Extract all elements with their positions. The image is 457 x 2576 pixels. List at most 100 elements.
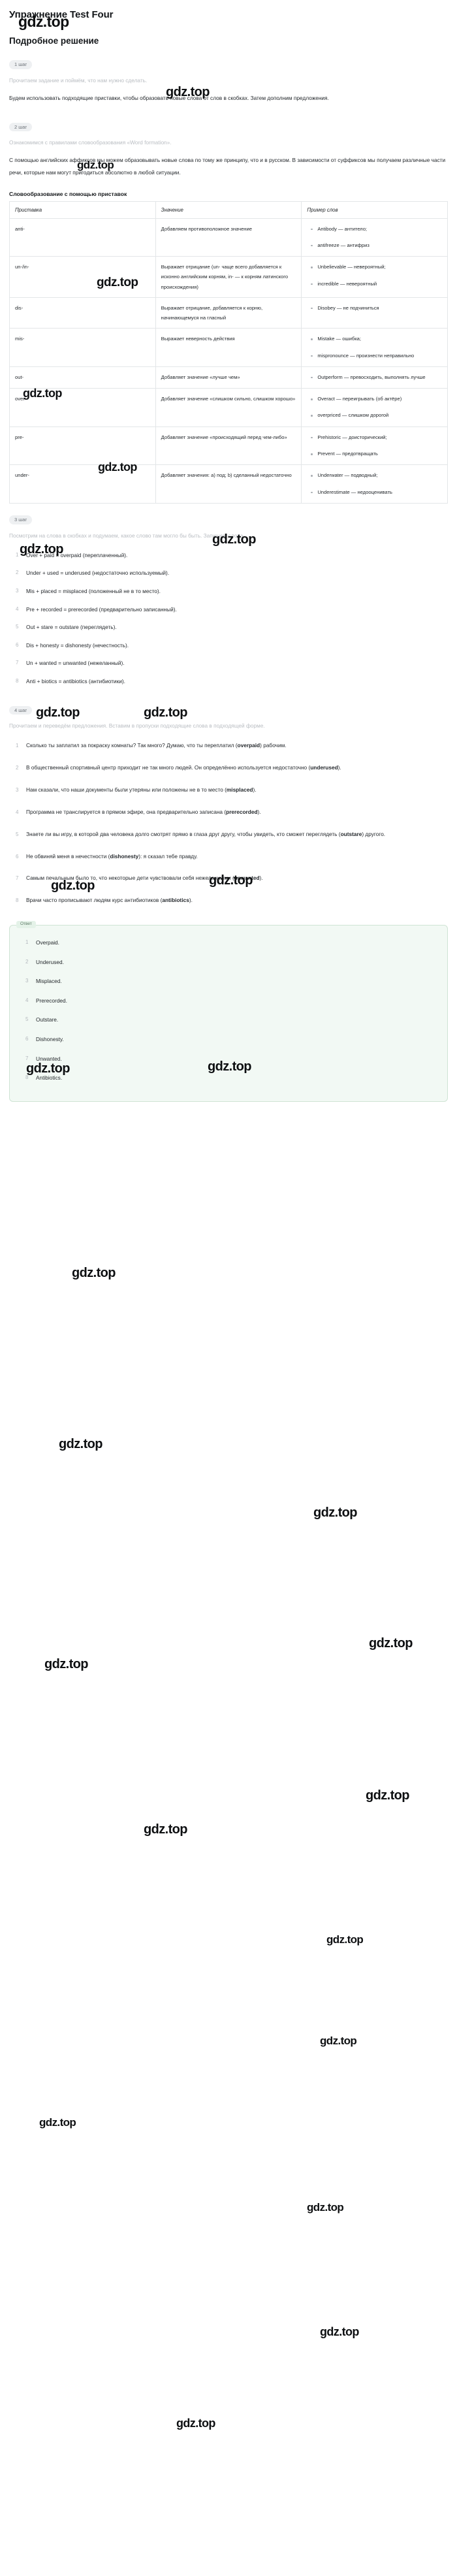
step-2-instruction: Ознакомимся с правилами словообразования… [9,139,172,146]
cell-prefix: out- [9,366,156,389]
prefix-text: under- [15,472,29,479]
sentence-after: ): я сказал тебе правду. [138,852,198,860]
cell-meaning: Добавляем противоположное значение [155,217,302,257]
watermark: gdz.top [366,1788,409,1803]
sentence-after: ). [338,764,341,771]
list-item: incredible — невероятный [311,279,442,289]
cell-examples: Unbelievable — невероятный; incredible — … [301,256,448,298]
list-item: Underestimate — недооценивать [311,487,442,498]
step-2-body: С помощью английских аффиксов мы можем о… [9,157,446,176]
sentence-list: Сколько ты заплатил за покраску комнаты?… [9,740,448,907]
watermark: gdz.top [307,2201,344,2214]
list-item: Dishonesty. [25,1034,64,1044]
list-item: Antibody — антитело; [311,224,442,234]
sentence-answer-word: outstare [340,830,362,837]
meaning-text: Добавляет значение «происходящий перед ч… [161,434,287,440]
cell-examples: Prehistoric — доисторический; Prevent — п… [301,426,448,466]
prefix-text: pre- [15,434,24,440]
list-item: Pre + recorded = prerecorded (предварите… [16,604,177,615]
step-badge-1: 1 шаг [9,60,33,69]
watermark: gdz.top [320,2035,357,2047]
cell-meaning: Выражает отрицание (un- чаще всего добав… [155,256,302,298]
list-item: Знаете ли вы игру, в которой два человек… [16,829,448,841]
list-item: Over + paid = overpaid (переплаченный). [16,550,128,560]
watermark: gdz.top [59,1437,102,1451]
list-item: Underused. [25,957,64,967]
sentence-after: ) другого. [362,830,386,837]
example-list: Disobey — не подчиниться [307,303,442,314]
example-list: Overact — переигрывать (об актёре) overpr… [307,394,442,421]
prefix-table: Приставка Значение Пример слов anti- Доба… [9,201,448,504]
column-header-meaning: Значение [155,201,302,219]
prefix-text: un-/in- [15,264,29,270]
step-1-body: Будем использовать подходящие приставки,… [9,94,329,101]
cell-meaning: Добавляет значение «слишком сильно, слиш… [155,388,302,427]
prefix-text: anti- [15,225,25,232]
cell-meaning: Добавляет значения: a) под; b) сделанный… [155,464,302,504]
sentence-after: ). [257,808,261,815]
prefix-table-body: anti- Добавляем противоположное значение A… [9,217,448,504]
sentence-answer-word: overpaid [237,742,260,749]
list-item: Unbelievable — невероятный; [311,262,442,272]
table-header-row: Приставка Значение Пример слов [9,201,448,219]
list-item: Unwanted. [25,1054,62,1064]
table-row: un-/in- Выражает отрицание (un- чаще всег… [9,256,448,298]
cell-examples: Outperform — превосходить, выполнять луч… [301,366,448,389]
step-2-section: 2 шаг Ознакомимся с правилами словообраз… [9,111,448,504]
meaning-text: Выражает отрицание (un- чаще всего добав… [161,264,289,290]
list-item: Mis + placed = misplaced (положенный не … [16,586,161,596]
cell-examples: Disobey — не подчиниться [301,297,448,329]
sentence-answer-word: misplaced [226,786,253,794]
list-item: Underwater — подводный; [311,470,442,481]
sentence-after: ). [259,875,263,882]
cell-examples: Antibody — антитело; antifreeze — антифри… [301,217,448,257]
sentence-before: Знаете ли вы игру, в которой два человек… [26,830,341,837]
sentence-answer-word: antibiotics [162,897,189,904]
list-item: Overpaid. [25,937,59,948]
watermark: gdz.top [144,1822,187,1837]
list-item: Antibiotics. [25,1072,63,1083]
list-item: overpriced — слишком дорогой [311,410,442,421]
meaning-text: Добавляет значения: a) под; b) сделанный… [161,472,292,479]
prefix-text: mis- [15,336,25,342]
cell-prefix: over- [9,388,156,427]
answer-block: Ответ Overpaid. Underused. Misplaced. Prere… [9,921,448,1102]
list-item: antifreeze — антифриз [311,240,442,251]
prefix-text: out- [15,374,24,380]
step-badge-3: 3 шаг [9,515,33,524]
list-item: В общественный спортивный центр приходит… [16,762,448,774]
table-row: dis- Выражает отрицание, добавляется к ко… [9,297,448,329]
solution-page: Упражнение Test Four Подробное решение 1… [0,0,457,1118]
watermark: gdz.top [313,1505,357,1520]
meaning-text: Выражает отрицание, добавляется к корню,… [161,304,263,321]
list-item: Dis + honesty = dishonesty (нечестность)… [16,640,129,651]
step-1-section: 1 шаг Прочитаем задание и поймём, что на… [9,48,448,105]
word-formation-list: Over + paid = overpaid (переплаченный). U… [9,550,448,687]
solution-heading: Подробное решение [9,36,99,46]
cell-examples: Underwater — подводный; Underestimate — н… [301,464,448,504]
sentence-after: ). [189,897,193,904]
meaning-text: Добавляем противоположное значение [161,225,252,232]
cell-meaning: Выражает неверность действия [155,328,302,367]
sentence-answer-word: underused [310,764,338,771]
list-item: Un + wanted = unwanted (нежеланный). [16,658,125,668]
prefix-text: dis- [15,304,24,311]
answer-list: Overpaid. Underused. Misplaced. Prerecorded… [19,937,438,1084]
list-item: Самым печальным было то, что некоторые д… [16,873,448,884]
watermark: gdz.top [44,1657,88,1671]
list-item: Нам сказали, что наши документы были уте… [16,784,448,796]
list-item: Prerecorded. [25,995,67,1006]
watermark: gdz.top [176,2417,215,2430]
cell-prefix: pre- [9,426,156,466]
step-3-section: 3 шаг Посмотрим на слова в скобках и под… [9,504,448,687]
step-badge-4: 4 шаг [9,705,33,715]
table-row: over- Добавляет значение «слишком сильно,… [9,388,448,427]
step-4-instruction: Прочитаем и переведём предложения. Встав… [9,722,265,730]
list-item: Prevent — предотвращать [311,449,442,459]
step-1-instruction: Прочитаем задание и поймём, что нам нужн… [9,76,148,84]
sentence-answer-word: dishonesty [110,852,139,860]
meaning-text: Выражает неверность действия [161,336,235,342]
list-item: Mistake — ошибка; [311,334,442,344]
sentence-before: Программа не транслируется в прямом эфир… [26,808,227,815]
sentence-answer-word: prerecorded [226,808,258,815]
